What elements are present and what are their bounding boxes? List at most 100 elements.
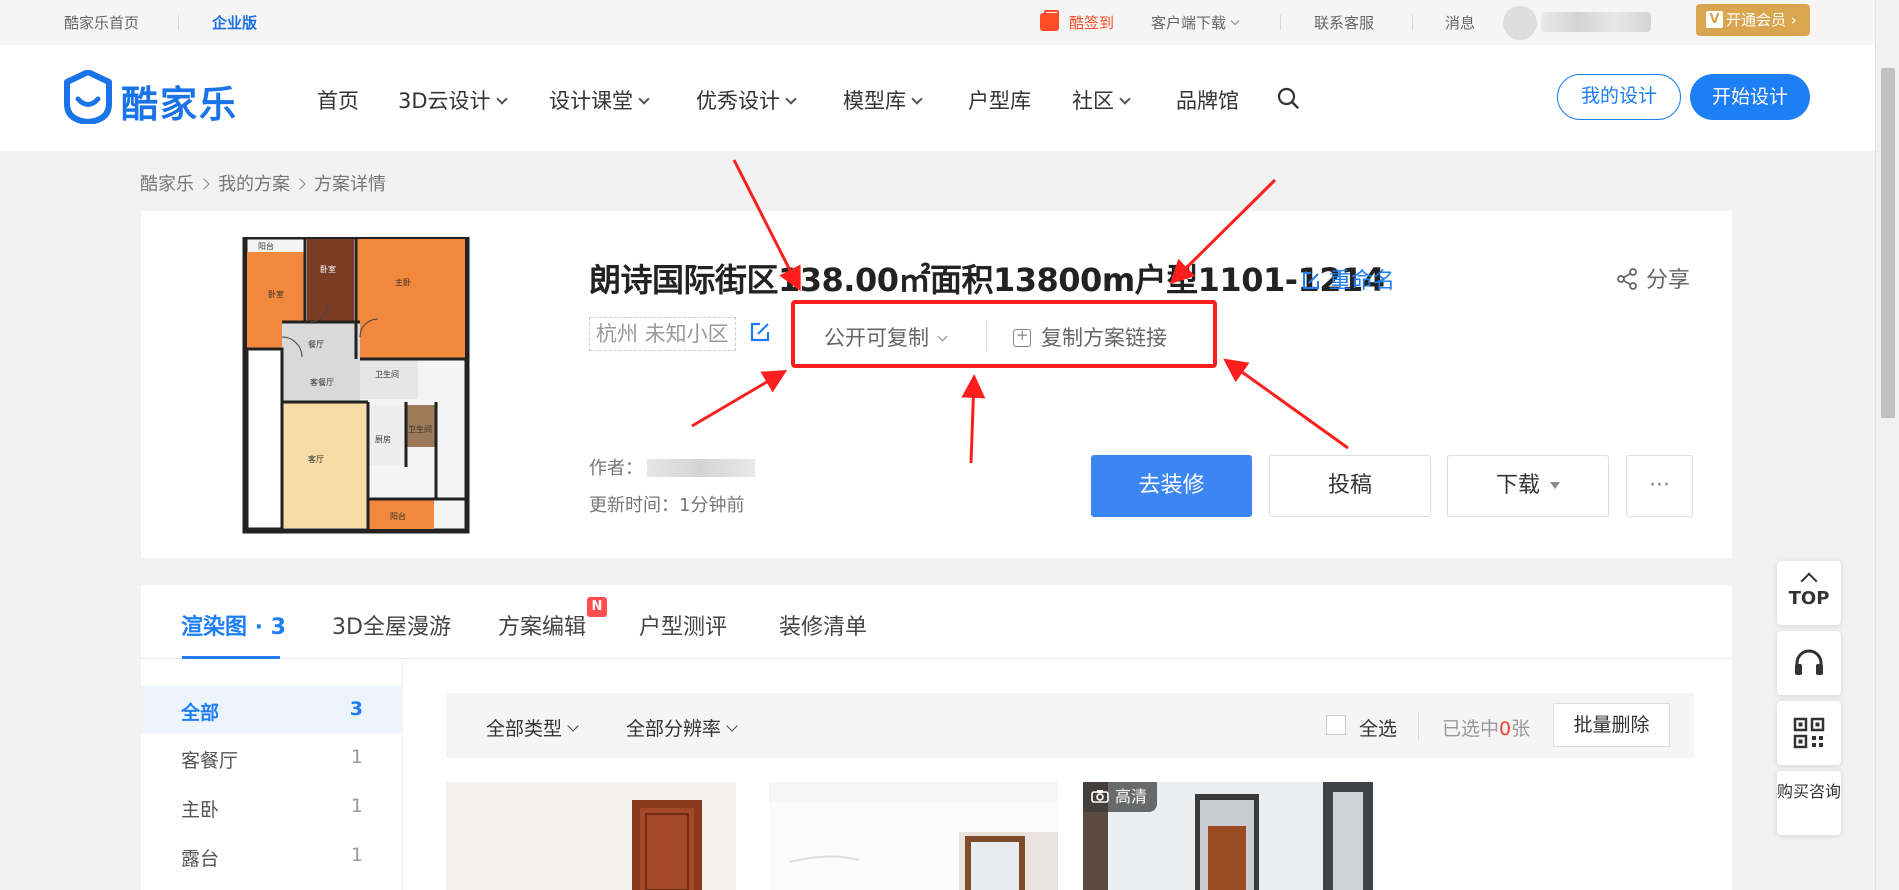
svg-text:客餐厅: 客餐厅: [310, 377, 334, 387]
nav-item-brands[interactable]: 品牌馆: [1176, 85, 1239, 115]
edit-location-icon[interactable]: [749, 321, 771, 343]
nav-item-label: 3D云设计: [398, 89, 491, 113]
author-line: 作者：: [589, 454, 755, 480]
nav-item-community[interactable]: 社区: [1072, 85, 1131, 115]
sidebar-item-terrace[interactable]: 露台 1: [141, 832, 403, 880]
divider: [178, 15, 179, 30]
sidebar-item-living-dining[interactable]: 客餐厅 1: [141, 734, 403, 782]
decorate-button[interactable]: 去装修: [1091, 455, 1252, 517]
download-label: 客户端下载: [1151, 14, 1227, 32]
nav-item-label: 优秀设计: [696, 89, 780, 113]
vip-button[interactable]: V 开通会员 ›: [1696, 4, 1810, 36]
breadcrumb: 酷家乐 我的方案 方案详情: [140, 170, 386, 196]
tab-3d-tour[interactable]: 3D全屋漫游: [332, 609, 451, 641]
location-field[interactable]: 杭州 未知小区: [589, 317, 736, 351]
share-button[interactable]: 分享: [1616, 262, 1690, 294]
render-thumbnail[interactable]: [446, 782, 736, 890]
home-link[interactable]: 酷家乐首页: [64, 12, 139, 33]
room-filter-sidebar: 全部 3 客餐厅 1 主卧 1 露台 1: [141, 659, 403, 890]
chevron-up-icon: [1800, 572, 1818, 590]
tab-bar: 渲染图 · 3 3D全屋漫游 方案编辑 N 户型测评 装修清单: [141, 585, 1732, 659]
tab-decoration-list[interactable]: 装修清单: [779, 609, 867, 641]
tab-floorplan-review[interactable]: 户型测评: [639, 609, 727, 641]
updated-time: 更新时间：1分钟前: [589, 495, 745, 516]
selected-count: 已选中0张: [1442, 714, 1530, 741]
messages-link[interactable]: 消息: [1445, 12, 1475, 33]
logo[interactable]: 酷家乐: [63, 70, 243, 126]
search-icon[interactable]: [1277, 87, 1299, 109]
rename-button[interactable]: 重命名: [1301, 263, 1395, 295]
sidebar-item-count: 1: [350, 844, 363, 866]
nav-item-models[interactable]: 模型库: [843, 85, 923, 115]
username-blurred[interactable]: [1541, 12, 1651, 32]
nav-item-showcase[interactable]: 优秀设计: [696, 85, 797, 115]
divider: [1280, 15, 1281, 30]
render-image: [769, 782, 1058, 890]
sidebar-item-all[interactable]: 全部 3: [141, 686, 403, 734]
content-panel: 渲染图 · 3 3D全屋漫游 方案编辑 N 户型测评 装修清单 全部 3 客餐厅 1…: [141, 585, 1732, 890]
page-scrollbar[interactable]: [1875, 0, 1899, 890]
author-label: 作者：: [589, 458, 643, 479]
top-label: TOP: [1788, 588, 1830, 609]
vip-icon: V: [1706, 11, 1723, 28]
render-thumbnail[interactable]: 高清: [1083, 782, 1373, 890]
nav-item-classroom[interactable]: 设计课堂: [549, 85, 650, 115]
chevron-down-icon: [495, 93, 508, 105]
divider: [986, 321, 987, 351]
resolution-filter[interactable]: 全部分辨率: [626, 714, 738, 741]
avatar[interactable]: [1503, 6, 1537, 40]
plan-title: 朗诗国际街区138.00㎡面积13800m户型1101-1214: [589, 261, 1385, 299]
support-link[interactable]: 联系客服: [1314, 12, 1374, 33]
copy-link-label: 复制方案链接: [1041, 326, 1167, 350]
chevron-down-icon: [726, 720, 738, 732]
nav-item-3d-design[interactable]: 3D云设计: [398, 85, 508, 115]
purchase-consult-button[interactable]: 购买咨询: [1777, 771, 1841, 835]
breadcrumb-item[interactable]: 酷家乐: [140, 174, 194, 195]
hd-tag-label: 高清: [1115, 787, 1148, 806]
sidebar-item-master-bedroom[interactable]: 主卧 1: [141, 783, 403, 831]
back-to-top-button[interactable]: TOP: [1777, 561, 1841, 625]
select-all-label[interactable]: 全选: [1359, 714, 1397, 741]
camera-icon: [1091, 790, 1109, 803]
svg-text:餐厅: 餐厅: [308, 340, 324, 349]
permission-label: 公开可复制: [824, 326, 929, 350]
batch-delete-button[interactable]: 批量删除: [1553, 703, 1670, 747]
customer-service-button[interactable]: [1777, 631, 1841, 695]
qr-code-icon: [1793, 717, 1825, 749]
render-thumbnail[interactable]: [769, 782, 1058, 890]
tab-plan-edit[interactable]: 方案编辑: [498, 609, 586, 641]
nav-item-label: 社区: [1072, 89, 1114, 113]
more-button[interactable]: ···: [1626, 455, 1693, 517]
enterprise-link[interactable]: 企业版: [212, 12, 257, 33]
calendar-icon: [1040, 10, 1059, 31]
permission-dropdown[interactable]: 公开可复制: [824, 322, 948, 352]
chevron-down-icon: [1230, 16, 1240, 26]
floorplan-image[interactable]: 阳台 卧室 卧室 主卧 餐厅 卫生间 客餐厅 客厅 厨房 卫生间 阳台: [190, 237, 510, 543]
signin-link[interactable]: 酷签到: [1040, 10, 1115, 33]
my-design-button[interactable]: 我的设计: [1557, 74, 1681, 120]
top-utility-bar: 酷家乐首页 企业版 酷签到 客户端下载 联系客服 消息 V 开通会员 ›: [0, 0, 1875, 45]
tab-renders[interactable]: 渲染图 · 3: [181, 609, 286, 641]
select-all-checkbox[interactable]: [1326, 715, 1346, 735]
type-filter-label: 全部类型: [486, 718, 563, 740]
breadcrumb-item[interactable]: 我的方案: [218, 174, 290, 195]
type-filter[interactable]: 全部类型: [486, 714, 579, 741]
nav-item-floorplans[interactable]: 户型库: [968, 85, 1031, 115]
qr-code-button[interactable]: [1777, 701, 1841, 765]
nav-item-label: 设计课堂: [549, 89, 633, 113]
caret-down-icon: [1550, 482, 1560, 489]
author-name-blurred[interactable]: [647, 459, 755, 477]
copy-link-button[interactable]: 复制方案链接: [1013, 322, 1167, 352]
download-button[interactable]: 下载: [1447, 455, 1609, 517]
signin-label: 酷签到: [1069, 14, 1115, 32]
submit-button[interactable]: 投稿: [1269, 455, 1431, 517]
nav-item-home[interactable]: 首页: [317, 85, 359, 115]
copy-icon: [1013, 326, 1031, 347]
filter-bar: 全部类型 全部分辨率 全选 已选中0张 批量删除: [446, 693, 1694, 758]
start-design-button[interactable]: 开始设计: [1690, 74, 1810, 120]
scrollbar-thumb[interactable]: [1881, 68, 1895, 418]
svg-text:客厅: 客厅: [308, 454, 324, 464]
chevron-down-icon: [937, 331, 948, 342]
download-link[interactable]: 客户端下载: [1151, 12, 1240, 33]
sidebar-item-label: 客餐厅: [181, 750, 239, 772]
